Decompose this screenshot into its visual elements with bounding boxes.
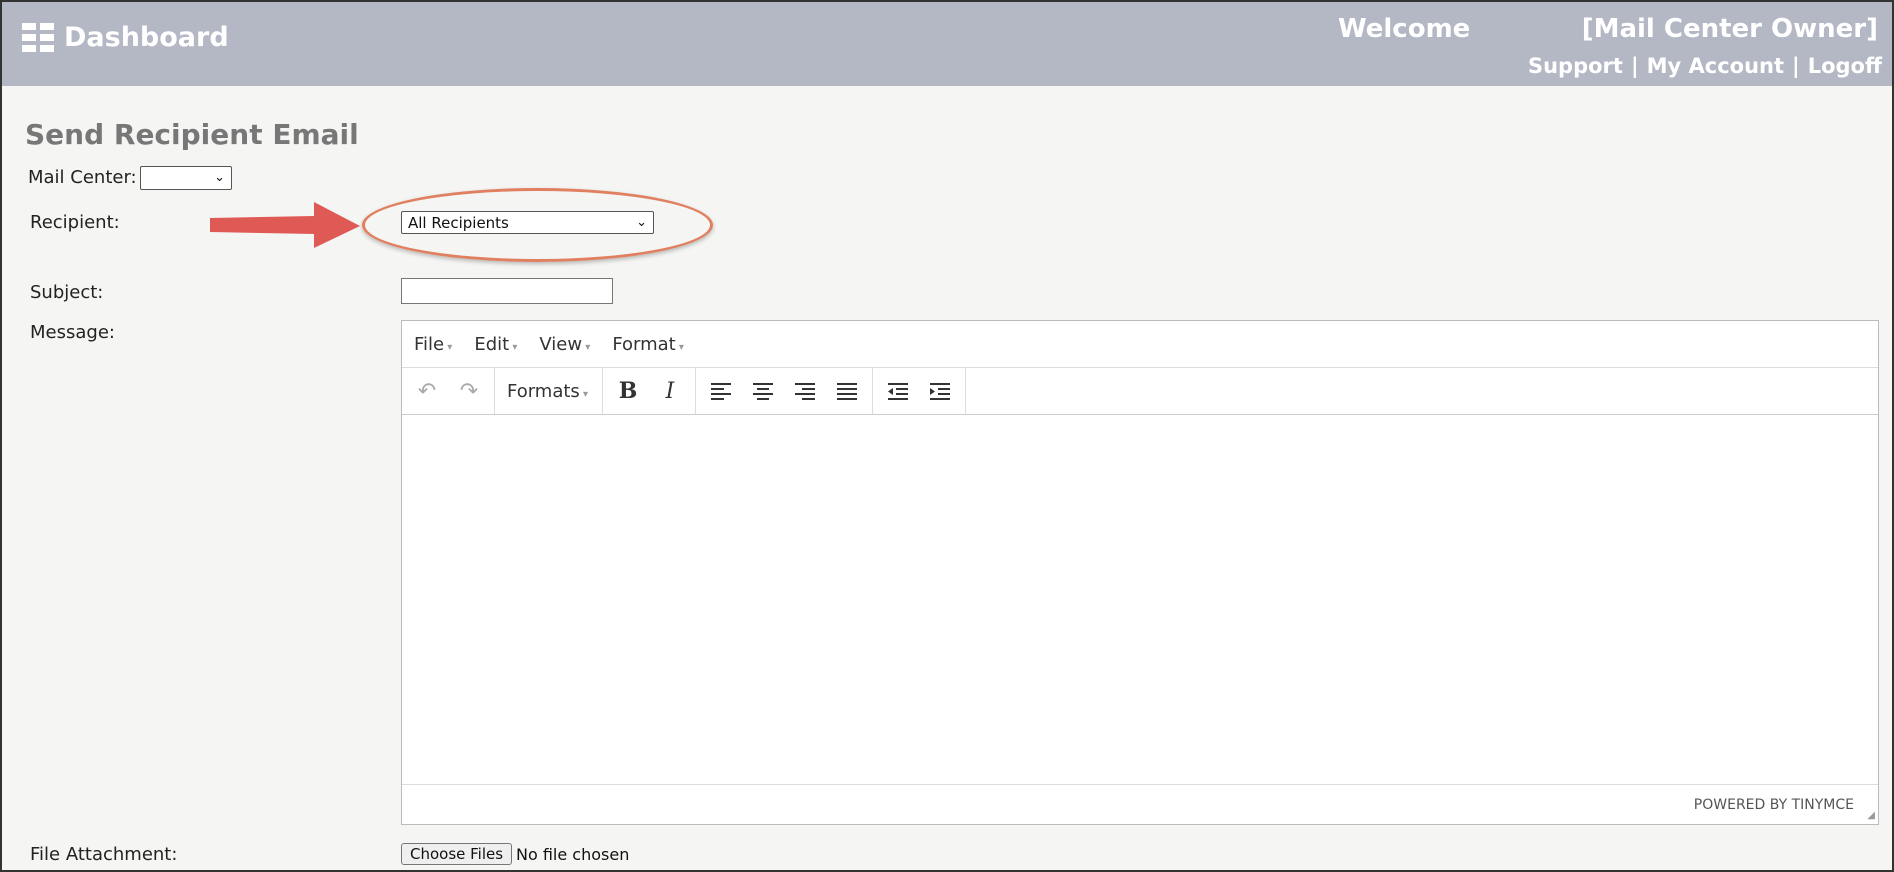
resize-handle-icon[interactable]: ◢ xyxy=(1867,810,1875,821)
dashboard-grid-icon xyxy=(22,23,54,52)
formats-dropdown[interactable]: Formats xyxy=(499,381,598,402)
align-justify-icon[interactable] xyxy=(826,371,868,411)
menu-view[interactable]: View xyxy=(539,334,590,355)
recipient-value: All Recipients xyxy=(408,214,509,232)
my-account-link[interactable]: My Account xyxy=(1647,54,1784,78)
align-left-icon[interactable] xyxy=(700,371,742,411)
outdent-icon[interactable] xyxy=(877,371,919,411)
choose-files-button[interactable]: Choose Files xyxy=(401,843,513,865)
link-separator: | xyxy=(1630,54,1639,78)
menu-edit[interactable]: Edit xyxy=(474,334,517,355)
italic-icon[interactable]: I xyxy=(649,371,691,411)
support-link[interactable]: Support xyxy=(1528,54,1623,78)
mail-center-select[interactable]: ⌄ xyxy=(140,166,232,190)
top-header: Dashboard Welcome [Mail Center Owner] Su… xyxy=(2,2,1892,86)
align-center-icon[interactable] xyxy=(742,371,784,411)
menu-format[interactable]: Format xyxy=(612,334,684,355)
message-label: Message: xyxy=(30,322,115,343)
logoff-link[interactable]: Logoff xyxy=(1808,54,1882,78)
brand-label: Dashboard xyxy=(64,22,229,53)
top-links: Support | My Account | Logoff xyxy=(1528,54,1882,78)
welcome-text: Welcome xyxy=(1338,14,1471,44)
dashboard-link[interactable]: Dashboard xyxy=(22,22,229,53)
recipient-select[interactable]: All Recipients ⌄ xyxy=(401,211,654,234)
rich-text-editor: File Edit View Format ↶ ↷ Formats B I xyxy=(401,320,1879,825)
chevron-down-icon: ⌄ xyxy=(214,170,225,185)
editor-content-area[interactable] xyxy=(402,414,1878,784)
bold-icon[interactable]: B xyxy=(607,371,649,411)
annotation-arrow xyxy=(210,202,360,248)
redo-icon[interactable]: ↷ xyxy=(448,371,490,411)
recipient-label: Recipient: xyxy=(30,212,120,233)
subject-input[interactable] xyxy=(401,278,613,304)
undo-icon[interactable]: ↶ xyxy=(406,371,448,411)
indent-icon[interactable] xyxy=(919,371,961,411)
editor-menubar: File Edit View Format xyxy=(402,321,1878,368)
powered-by-tinymce-link[interactable]: POWERED BY TINYMCE xyxy=(1694,797,1854,813)
file-attachment-label: File Attachment: xyxy=(30,844,178,865)
page-title: Send Recipient Email xyxy=(25,118,359,151)
align-right-icon[interactable] xyxy=(784,371,826,411)
file-status-text: No file chosen xyxy=(516,845,630,864)
subject-label: Subject: xyxy=(30,282,104,303)
user-role: [Mail Center Owner] xyxy=(1581,14,1878,44)
mail-center-label: Mail Center: xyxy=(28,167,137,188)
chevron-down-icon: ⌄ xyxy=(636,215,647,230)
editor-toolbar: ↶ ↷ Formats B I xyxy=(402,368,1878,415)
link-separator: | xyxy=(1792,54,1800,78)
editor-statusbar: POWERED BY TINYMCE xyxy=(402,784,1878,824)
menu-file[interactable]: File xyxy=(414,334,452,355)
